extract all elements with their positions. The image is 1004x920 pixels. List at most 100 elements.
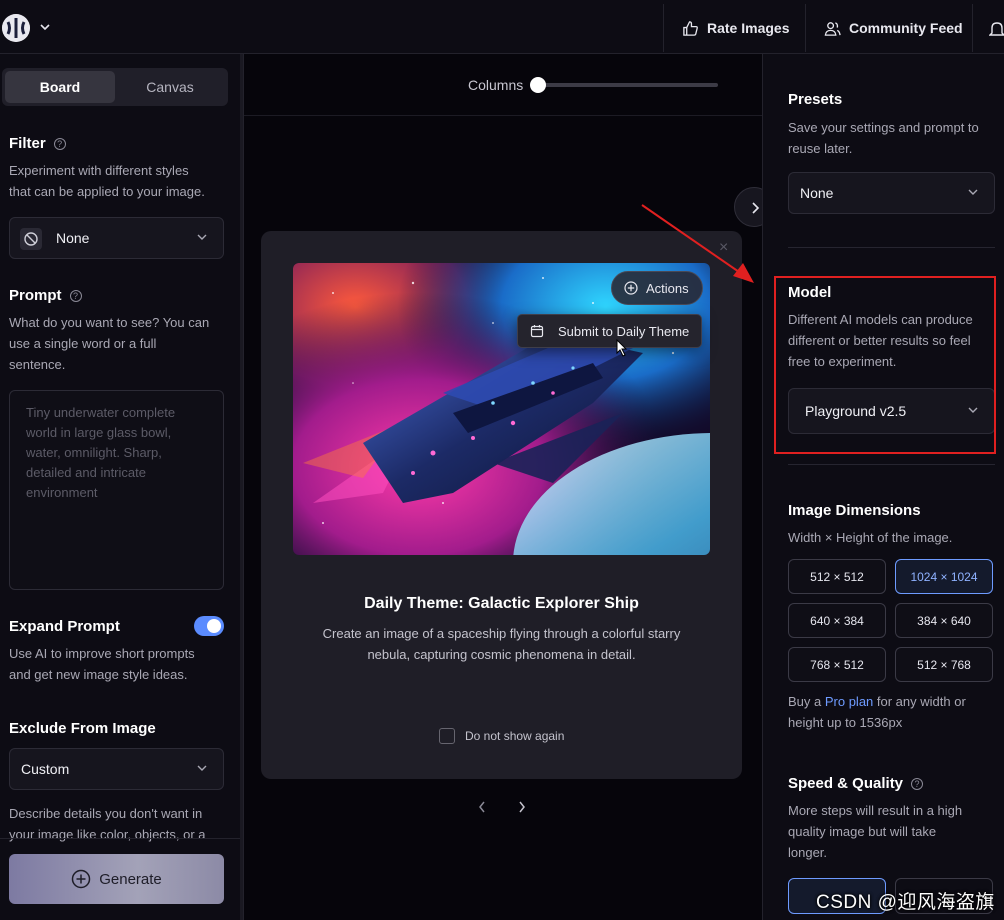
dimension-option-selected[interactable]: 1024 × 1024 — [895, 559, 993, 594]
generate-button[interactable]: Generate — [9, 854, 224, 904]
annotation-highlight-box — [774, 276, 996, 454]
expand-prompt-description-line: and get new image style ideas. — [9, 667, 188, 682]
pro-note-suffix: for any width or — [873, 694, 966, 709]
filter-heading: Filter ? — [9, 135, 66, 152]
rate-images-button[interactable]: Rate Images — [663, 4, 807, 52]
pointer-cursor-icon — [616, 339, 628, 357]
dimension-option[interactable]: 640 × 384 — [788, 603, 886, 638]
daily-theme-description-line: Create an image of a spaceship flying th… — [322, 626, 681, 641]
ban-icon — [20, 228, 42, 250]
presets-title: Presets — [788, 91, 843, 108]
pro-plan-link[interactable]: Pro plan — [825, 694, 873, 709]
chevron-left-icon[interactable] — [477, 800, 487, 814]
prompt-input[interactable]: Tiny underwater complete world in large … — [9, 390, 224, 590]
bell-icon — [989, 22, 1004, 36]
help-icon[interactable]: ? — [53, 137, 66, 150]
dimension-option[interactable]: 384 × 640 — [895, 603, 993, 638]
exclude-description-line: Describe details you don't want in — [9, 806, 203, 821]
presets-select[interactable]: None — [788, 172, 995, 214]
speed-quality-heading: Speed & Quality ? — [788, 775, 924, 792]
filter-title: Filter — [9, 135, 46, 152]
users-icon — [824, 21, 841, 36]
dimension-option[interactable]: 512 × 512 — [788, 559, 886, 594]
expand-prompt-toggle[interactable] — [194, 616, 224, 636]
expand-prompt-description-line: Use AI to improve short prompts — [9, 646, 195, 661]
dont-show-checkbox[interactable] — [439, 728, 455, 744]
right-sidebar: Presets Save your settings and prompt to… — [762, 54, 1004, 920]
presets-description-line: reuse later. — [788, 141, 853, 156]
close-icon[interactable]: × — [719, 239, 728, 257]
dont-show-again[interactable]: Do not show again — [439, 728, 564, 744]
pro-note-prefix: Buy a — [788, 694, 825, 709]
plus-circle-icon — [71, 869, 91, 889]
prompt-placeholder-line: Tiny underwater complete — [26, 405, 176, 420]
prompt-placeholder-line: detailed and intricate — [26, 465, 146, 480]
actions-label: Actions — [646, 280, 689, 296]
chevron-down-icon — [197, 765, 207, 771]
daily-theme-description-line: nebula, capturing cosmic phenomena in de… — [367, 647, 636, 662]
exclude-description-line: your image like color, objects, or a — [9, 827, 206, 842]
spaceship-image — [293, 263, 710, 555]
exclude-title: Exclude From Image — [9, 720, 156, 737]
speed-description-line: longer. — [788, 845, 828, 860]
exclude-select[interactable]: Custom — [9, 748, 224, 790]
tab-canvas[interactable]: Canvas — [115, 71, 225, 103]
columns-label: Columns — [468, 77, 524, 93]
prompt-description-line: use a single word or a full — [9, 336, 157, 351]
filter-description: Experiment with different styles that ca… — [9, 160, 205, 202]
pro-note-line2: height up to 1536px — [788, 715, 903, 730]
left-sidebar: Board Canvas Filter ? Experiment with di… — [0, 54, 244, 920]
dimension-option[interactable]: 768 × 512 — [788, 647, 886, 682]
top-bar: Rate Images Community Feed — [0, 0, 1004, 54]
chevron-down-icon — [197, 234, 207, 240]
columns-slider-track[interactable] — [536, 83, 718, 87]
dont-show-label: Do not show again — [465, 729, 565, 743]
prompt-description-line: What do you want to see? You can — [9, 315, 210, 330]
prompt-description: What do you want to see? You can use a s… — [9, 312, 209, 375]
thumbs-up-icon — [683, 20, 698, 36]
daily-theme-description: Create an image of a spaceship flying th… — [301, 623, 702, 665]
center-panel: Columns × Actions Submit to Daily Theme … — [244, 54, 774, 920]
tab-board[interactable]: Board — [5, 71, 115, 103]
prompt-placeholder-line: world in large glass bowl, — [26, 425, 172, 440]
community-feed-button[interactable]: Community Feed — [805, 4, 981, 52]
notifications-button[interactable] — [972, 4, 1004, 52]
chevron-right-icon — [752, 202, 760, 214]
columns-bar: Columns — [244, 54, 762, 116]
watermark: CSDN @迎风海盗旗 — [816, 892, 995, 913]
presets-value: None — [800, 185, 834, 201]
dimension-option[interactable]: 512 × 768 — [895, 647, 993, 682]
presets-description-line: Save your settings and prompt to — [788, 120, 979, 135]
speed-description-line: quality image but will take — [788, 824, 937, 839]
pro-plan-note: Buy a Pro plan for any width or height u… — [788, 691, 1000, 733]
community-feed-label: Community Feed — [849, 20, 963, 36]
generate-divider — [0, 838, 240, 839]
filter-description-line: that can be applied to your image. — [9, 184, 205, 199]
help-icon[interactable]: ? — [69, 289, 82, 302]
dimensions-title: Image Dimensions — [788, 502, 921, 519]
filter-description-line: Experiment with different styles — [9, 163, 189, 178]
speed-description-line: More steps will result in a high — [788, 803, 963, 818]
chevron-right-icon[interactable] — [517, 800, 527, 814]
help-icon[interactable]: ? — [911, 777, 924, 790]
exclude-value: Custom — [21, 761, 70, 777]
presets-description: Save your settings and prompt to reuse l… — [788, 117, 1000, 159]
dimensions-description: Width × Height of the image. — [788, 530, 953, 545]
daily-theme-image — [293, 263, 710, 555]
view-toggle: Board Canvas — [2, 68, 228, 106]
submit-daily-theme-label: Submit to Daily Theme — [558, 323, 690, 339]
rate-images-label: Rate Images — [707, 20, 790, 36]
prompt-description-line: sentence. — [9, 357, 66, 372]
filter-select[interactable]: None — [9, 217, 224, 259]
plus-circle-icon — [624, 281, 638, 295]
filter-value: None — [56, 230, 90, 246]
prompt-placeholder-line: environment — [26, 485, 98, 500]
columns-slider-thumb[interactable] — [530, 77, 546, 93]
section-divider — [788, 464, 995, 465]
actions-button[interactable]: Actions — [611, 271, 703, 305]
daily-theme-title: Daily Theme: Galactic Explorer Ship — [364, 595, 639, 612]
calendar-icon — [530, 325, 544, 338]
app-logo[interactable] — [2, 14, 30, 42]
submit-daily-theme-item[interactable]: Submit to Daily Theme — [517, 314, 702, 348]
chevron-down-icon[interactable] — [38, 20, 52, 34]
